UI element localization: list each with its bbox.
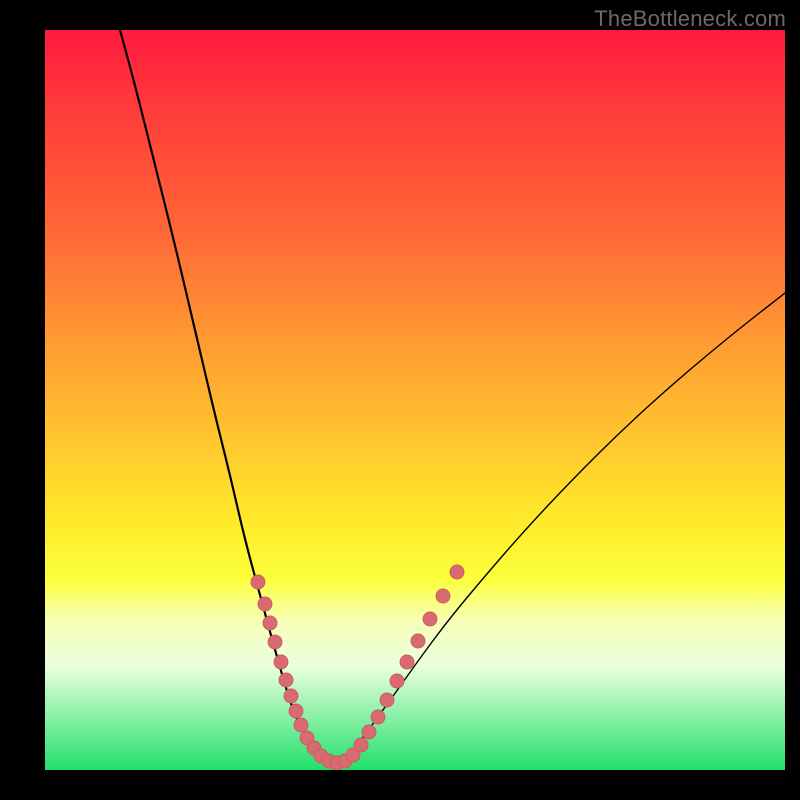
data-dot (390, 674, 404, 688)
bottleneck-curve-right (337, 293, 785, 763)
data-dots (251, 565, 464, 770)
data-dot (279, 673, 293, 687)
bottleneck-curve-left (120, 30, 337, 763)
data-dot (354, 738, 368, 752)
data-dot (411, 634, 425, 648)
curves-svg (45, 30, 785, 770)
watermark-text: TheBottleneck.com (594, 6, 786, 32)
data-dot (362, 725, 376, 739)
data-dot (423, 612, 437, 626)
data-dot (400, 655, 414, 669)
data-dot (268, 635, 282, 649)
chart-frame: TheBottleneck.com (0, 0, 800, 800)
plot-area (45, 30, 785, 770)
data-dot (371, 710, 385, 724)
data-dot (380, 693, 394, 707)
data-dot (289, 704, 303, 718)
data-dot (274, 655, 288, 669)
data-dot (450, 565, 464, 579)
data-dot (284, 689, 298, 703)
data-dot (258, 597, 272, 611)
data-dot (436, 589, 450, 603)
data-dot (294, 718, 308, 732)
data-dot (263, 616, 277, 630)
data-dot (251, 575, 265, 589)
